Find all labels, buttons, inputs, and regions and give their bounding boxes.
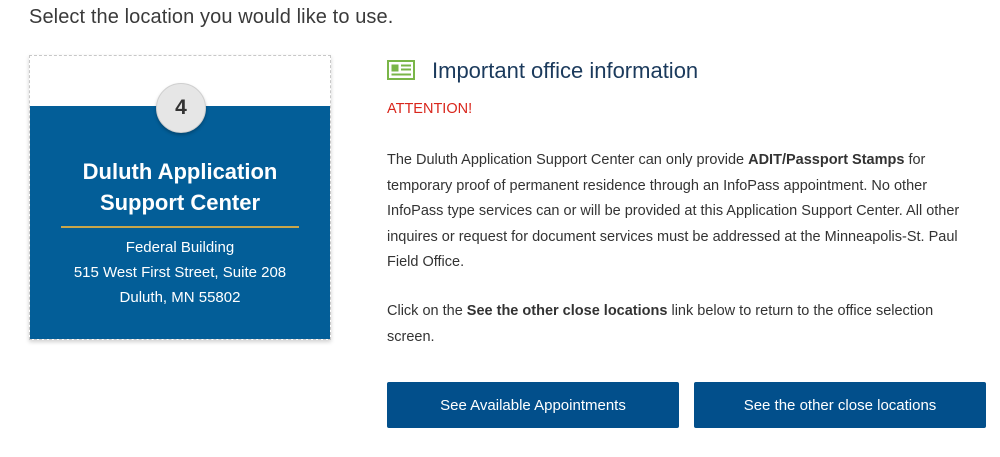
address-line1: Federal Building	[125, 239, 235, 256]
newspaper-icon	[387, 60, 415, 80]
para1-text-end: for temporary proof of permanent residen…	[387, 152, 960, 270]
address-line3: Duluth, MN 55802	[119, 289, 241, 306]
instructions-paragraph: Click on the See the other close locatio…	[387, 299, 977, 350]
location-title: Duluth Application Support Center	[30, 156, 330, 218]
para2-text-start: Click on the	[387, 303, 467, 319]
location-card[interactable]: 4 Duluth Application Support Center Fede…	[29, 55, 331, 340]
location-number-badge: 4	[156, 83, 206, 133]
para1-text-start: The Duluth Application Support Center ca…	[387, 152, 749, 168]
location-title-line2: Support Center	[99, 190, 261, 215]
location-address: Federal Building 515 West First Street, …	[30, 235, 330, 310]
address-line2: 515 West First Street, Suite 208	[73, 264, 287, 281]
page-heading: Select the location you would like to us…	[29, 6, 394, 28]
see-available-appointments-button[interactable]: See Available Appointments	[387, 382, 679, 428]
para1-bold-service: ADIT/Passport Stamps	[748, 152, 905, 168]
see-other-close-locations-button[interactable]: See the other close locations	[694, 382, 986, 428]
page: Select the location you would like to us…	[0, 0, 1000, 457]
attention-label: ATTENTION!	[387, 101, 473, 117]
location-title-line1: Duluth Application	[82, 159, 278, 184]
office-info-paragraph: The Duluth Application Support Center ca…	[387, 148, 977, 276]
office-info-title: Important office information	[432, 58, 699, 83]
location-divider	[61, 226, 299, 228]
para2-bold-link-name: See the other close locations	[466, 303, 668, 319]
